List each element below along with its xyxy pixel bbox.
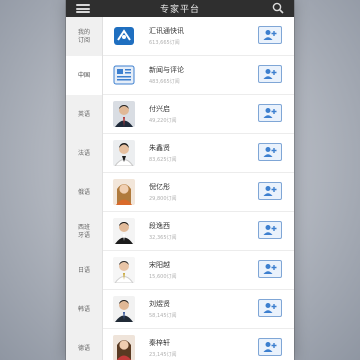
page-title: 专家平台 [159,5,200,15]
expert-avatar [113,257,135,283]
list-item[interactable]: 倪亿彤 29,800订阅 [103,173,294,212]
add-user-icon [263,69,277,79]
list-item[interactable]: 付兴启 49,220订阅 [103,95,294,134]
list-item[interactable]: 汇讯通快讯 613,665订阅 [103,17,294,56]
sidebar-item-subscriptions[interactable]: 我的订阅 [66,17,102,56]
sidebar-item-japanese[interactable]: 日语 [66,251,102,290]
add-user-icon [263,147,277,157]
subscribe-button[interactable] [258,104,282,122]
add-user-icon [263,225,277,235]
sidebar-item-german[interactable]: 德语 [66,329,102,360]
list-item[interactable]: 秦梓轩 23,145订阅 [103,329,294,360]
top-bar: 专家平台 [66,0,294,17]
expert-avatar [113,296,135,322]
subscribe-button[interactable] [258,143,282,161]
expert-avatar [113,101,135,127]
add-user-icon [263,264,277,274]
add-user-icon [263,108,277,118]
news-icon [113,62,135,88]
subscribe-button[interactable] [258,338,282,356]
add-user-icon [263,342,277,352]
subscribe-button[interactable] [258,182,282,200]
subscribe-button[interactable] [258,221,282,239]
logo-icon [113,23,135,49]
expert-avatar [113,335,135,360]
expert-list: 汇讯通快讯 613,665订阅 新闻与评论 483,665订阅 付兴启 49,220订… [103,17,294,360]
phone-screen: 专家平台 我的订阅 中国 英语 法语 俄语 西班牙语 日语 韩语 德语 汇讯通快… [66,0,294,360]
language-sidebar: 我的订阅 中国 英语 法语 俄语 西班牙语 日语 韩语 德语 [66,17,103,360]
sidebar-item-spanish[interactable]: 西班牙语 [66,212,102,251]
add-user-icon [263,30,277,40]
search-icon[interactable] [272,2,284,14]
list-item[interactable]: 宋阳越 15,600订阅 [103,251,294,290]
menu-icon[interactable] [76,4,90,13]
list-item[interactable]: 段逸西 32,365订阅 [103,212,294,251]
sidebar-item-russian[interactable]: 俄语 [66,173,102,212]
sidebar-item-english[interactable]: 英语 [66,95,102,134]
expert-avatar [113,140,135,166]
add-user-icon [263,186,277,196]
subscribe-button[interactable] [258,299,282,317]
list-item[interactable]: 新闻与评论 483,665订阅 [103,56,294,95]
subscribe-button[interactable] [258,260,282,278]
expert-avatar [113,179,135,205]
sidebar-item-chinese[interactable]: 中国 [66,56,102,95]
expert-avatar [113,218,135,244]
subscribe-button[interactable] [258,65,282,83]
sidebar-item-korean[interactable]: 韩语 [66,290,102,329]
sidebar-item-french[interactable]: 法语 [66,134,102,173]
list-item[interactable]: 刘煜贤 58,145订阅 [103,290,294,329]
add-user-icon [263,303,277,313]
subscribe-button[interactable] [258,26,282,44]
list-item[interactable]: 朱鑫贤 83,625订阅 [103,134,294,173]
